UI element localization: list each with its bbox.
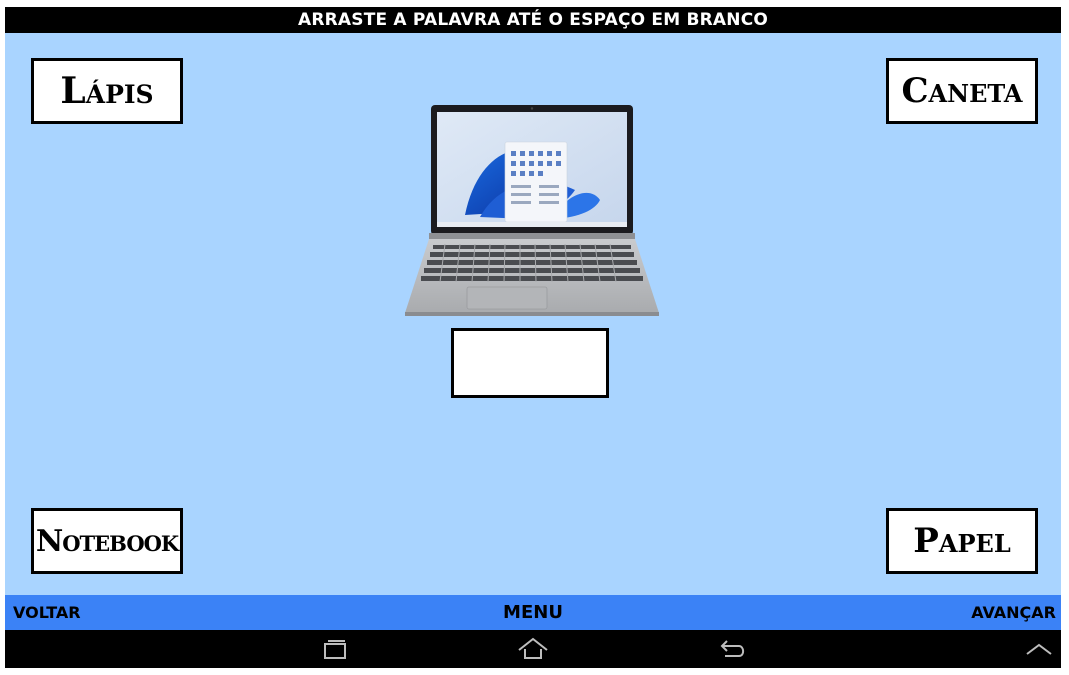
menu-button-wrapper: MENU [5,595,1061,630]
back-icon[interactable] [713,636,753,662]
menu-button[interactable]: MENU [503,602,563,623]
android-system-bar [5,630,1061,668]
activity-stage: Lápis Caneta Notebook Papel [5,33,1061,595]
recent-apps-icon[interactable] [315,636,355,662]
back-button[interactable]: VOLTAR [13,595,81,630]
app-frame: ARRASTE A PALAVRA ATÉ O ESPAÇO EM BRANCO… [5,7,1061,668]
instruction-header: ARRASTE A PALAVRA ATÉ O ESPAÇO EM BRANCO [5,7,1061,33]
navigation-bar: VOLTAR MENU AVANÇAR [5,595,1061,630]
home-icon[interactable] [513,636,553,662]
chevron-up-icon[interactable] [1019,636,1059,662]
answer-drop-slot[interactable] [451,328,609,398]
word-card-lapis[interactable]: Lápis [31,58,183,124]
word-card-papel[interactable]: Papel [886,508,1038,574]
laptop-image [405,105,659,316]
word-card-notebook[interactable]: Notebook [31,508,183,574]
word-card-caneta[interactable]: Caneta [886,58,1038,124]
next-button[interactable]: AVANÇAR [971,595,1056,630]
